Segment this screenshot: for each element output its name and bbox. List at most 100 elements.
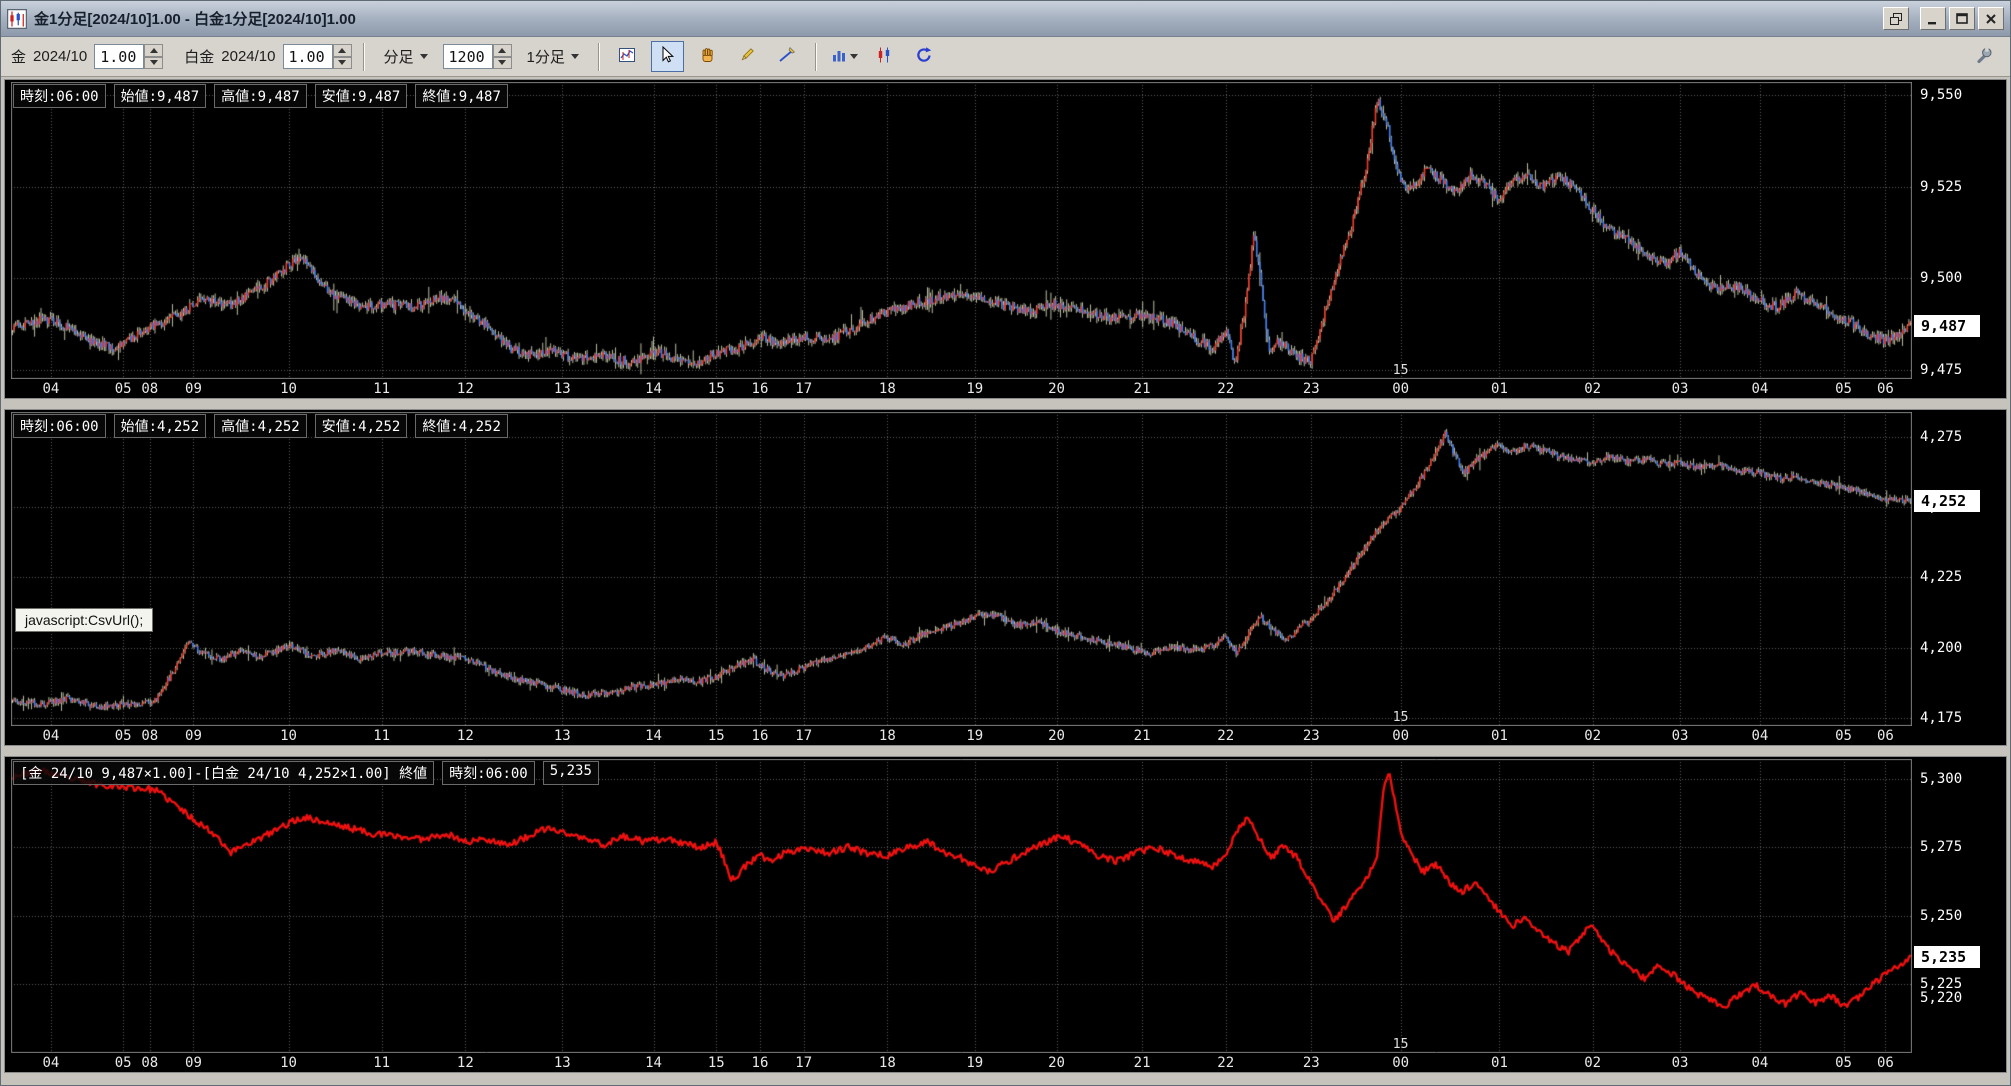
close-button[interactable] (1978, 7, 2004, 30)
x-axis-label: 05 (1835, 1055, 1852, 1071)
popout-window-button[interactable] (1883, 7, 1909, 30)
x-axis-label: 05 (1835, 728, 1852, 744)
bar-count-spinner: 1200 (443, 44, 512, 69)
x-axis-label: 14 (645, 381, 662, 397)
gold-contract-month: 2024/10 (33, 48, 87, 65)
x-axis-label: 01 (1491, 728, 1508, 744)
x-axis-label: 21 (1134, 728, 1151, 744)
x-axis-label: 00 (1392, 1055, 1409, 1071)
info-high: 高値:9,487 (214, 84, 307, 108)
platinum-ohlc-info: 時刻:06:00 始値:4,252 高値:4,252 安値:4,252 終値:4… (13, 414, 508, 438)
gold-ohlc-info: 時刻:06:00 始値:9,487 高値:9,487 安値:9,487 終値:9… (13, 84, 508, 108)
select-tool-icon (658, 46, 676, 67)
x-axis-label: 04 (42, 1055, 59, 1071)
x-axis-label: 16 (752, 728, 769, 744)
minimize-button[interactable] (1920, 7, 1946, 30)
info-time: 時刻:06:00 (442, 761, 535, 785)
platinum-multiplier-down-button[interactable] (333, 57, 352, 70)
x-axis-label: 15 (708, 1055, 725, 1071)
x-axis-label: 06 (1877, 381, 1894, 397)
x-axis-label: 14 (645, 728, 662, 744)
x-axis-label: 12 (457, 728, 474, 744)
x-axis-label: 22 (1217, 1055, 1234, 1071)
line-draw-tool-button[interactable] (771, 41, 804, 72)
maximize-button[interactable] (1949, 7, 1975, 30)
toolbar-separator (363, 43, 365, 71)
settings-wrench-button[interactable] (1967, 41, 2000, 72)
platinum-contract-month: 2024/10 (221, 48, 275, 65)
y-axis-label: 4,225 (1920, 569, 1962, 585)
spread-plot-area: 15 (11, 759, 1912, 1053)
x-axis-label: 01 (1491, 381, 1508, 397)
x-axis-label: 21 (1134, 381, 1151, 397)
window-title: 金1分足[2024/10]1.00 - 白金1分足[2024/10]1.00 (34, 8, 356, 29)
x-axis-label: 17 (795, 728, 812, 744)
chart-mode-button[interactable] (611, 41, 644, 72)
x-axis-label: 19 (966, 1055, 983, 1071)
x-axis-label: 06 (1877, 1055, 1894, 1071)
compare-chart-icon (875, 46, 893, 67)
gold-time-axis: 0405080910111213141516171819202122230001… (11, 379, 1912, 398)
indicator-chart-button[interactable] (828, 41, 861, 72)
select-tool-button[interactable] (651, 41, 684, 72)
pencil-tool-button[interactable] (731, 41, 764, 72)
titlebar: 金1分足[2024/10]1.00 - 白金1分足[2024/10]1.00 (1, 1, 2010, 37)
gold-chart-canvas[interactable] (11, 82, 1912, 379)
x-axis-label: 04 (1751, 1055, 1768, 1071)
info-time: 時刻:06:00 (13, 414, 106, 438)
spread-price-axis: 5,235 5,3005,2755,2505,2255,220 (1912, 757, 2006, 1072)
x-axis-label: 03 (1672, 381, 1689, 397)
gold-label: 金 (11, 46, 26, 67)
toolbar-separator (815, 43, 817, 71)
date-marker: 15 (1393, 363, 1409, 378)
pan-tool-button[interactable] (691, 41, 724, 72)
gold-multiplier-down-button[interactable] (144, 57, 163, 70)
info-value: 5,235 (543, 761, 599, 785)
bar-count-input[interactable]: 1200 (443, 44, 493, 69)
x-axis-label: 06 (1877, 728, 1894, 744)
compare-chart-button[interactable] (868, 41, 901, 72)
platinum-chart-canvas[interactable] (11, 412, 1912, 726)
info-low: 安値:9,487 (315, 84, 408, 108)
x-axis-label: 03 (1672, 728, 1689, 744)
platinum-time-axis: 0405080910111213141516171819202122230001… (11, 726, 1912, 745)
x-axis-label: 19 (966, 381, 983, 397)
platinum-plot-area: 15 (11, 412, 1912, 726)
x-axis-label: 17 (795, 1055, 812, 1071)
gold-multiplier-input[interactable]: 1.00 (94, 44, 144, 69)
date-marker: 15 (1393, 710, 1409, 725)
x-axis-label: 02 (1584, 728, 1601, 744)
info-close: 終値:9,487 (415, 84, 508, 108)
timeframe-dropdown[interactable]: 1分足 (519, 43, 587, 70)
x-axis-label: 02 (1584, 1055, 1601, 1071)
x-axis-label: 05 (1835, 381, 1852, 397)
interval-type-dropdown[interactable]: 分足 (376, 43, 436, 70)
gold-chart-panel: 15 時刻:06:00 始値:9,487 高値:9,487 安値:9,487 終… (4, 79, 2007, 399)
info-open: 始値:9,487 (114, 84, 207, 108)
spread-chart-canvas[interactable] (11, 759, 1912, 1053)
bar-count-down-button[interactable] (493, 57, 512, 70)
x-axis-label: 04 (1751, 381, 1768, 397)
platinum-multiplier-up-button[interactable] (333, 44, 352, 57)
y-axis-label: 9,475 (1920, 362, 1962, 378)
line-draw-tool-icon (778, 46, 796, 67)
gold-multiplier-up-button[interactable] (144, 44, 163, 57)
info-close: 終値:4,252 (415, 414, 508, 438)
toolbar: 金 2024/10 1.00 白金 2024/10 1.00 分足 1200 (1, 37, 2010, 77)
x-axis-label: 13 (554, 728, 571, 744)
bar-count-up-button[interactable] (493, 44, 512, 57)
x-axis-label: 18 (879, 381, 896, 397)
platinum-multiplier-input[interactable]: 1.00 (283, 44, 333, 69)
refresh-button[interactable] (908, 41, 941, 72)
info-open: 始値:4,252 (114, 414, 207, 438)
x-axis-label: 20 (1048, 381, 1065, 397)
chart-mode-icon (618, 46, 636, 67)
x-axis-label: 08 (141, 381, 158, 397)
x-axis-label: 13 (554, 1055, 571, 1071)
y-axis-label: 5,300 (1920, 771, 1962, 787)
refresh-icon (915, 46, 933, 67)
x-axis-label: 23 (1303, 381, 1320, 397)
x-axis-label: 14 (645, 1055, 662, 1071)
x-axis-label: 09 (185, 381, 202, 397)
x-axis-label: 00 (1392, 381, 1409, 397)
